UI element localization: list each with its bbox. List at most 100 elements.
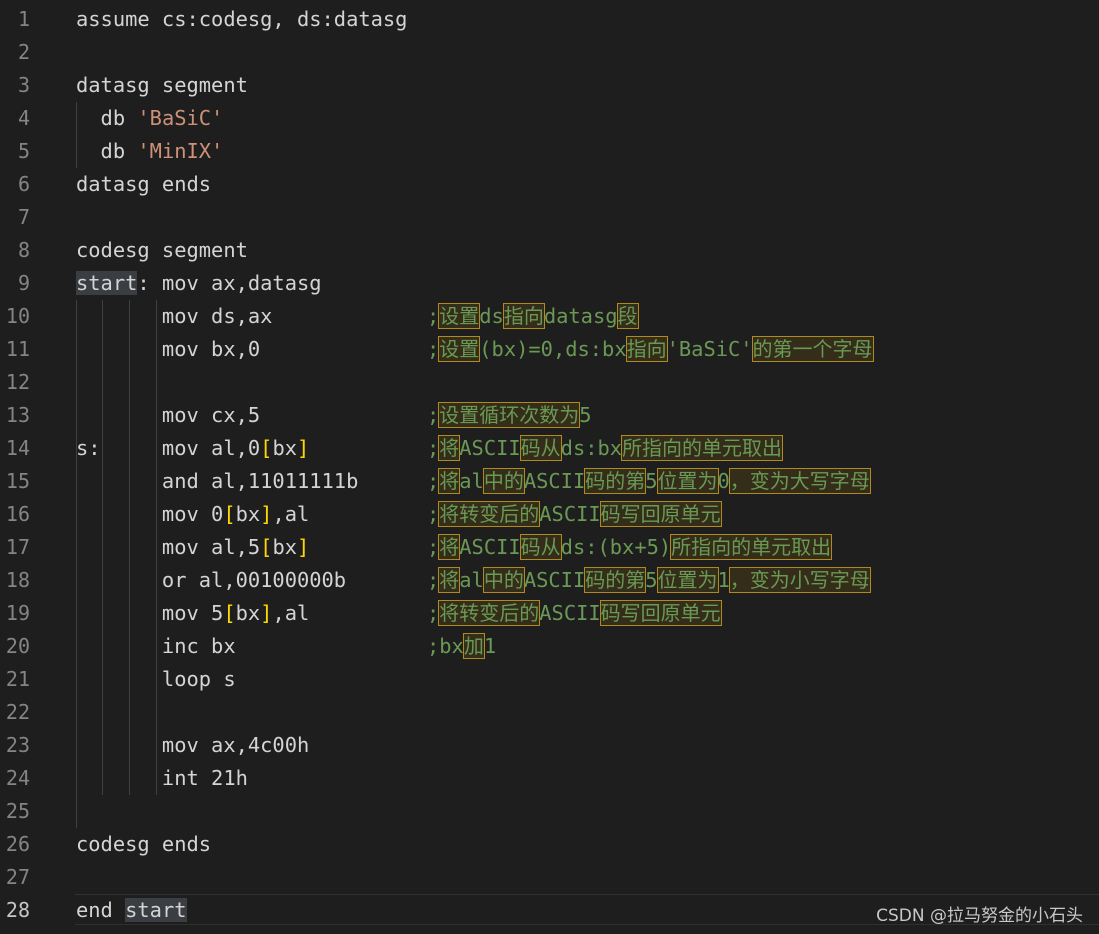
- code-token: [: [260, 535, 273, 559]
- comment-cjk-token: 将转变后的: [438, 600, 541, 626]
- line-number: 17: [5, 535, 30, 559]
- code-token: 'BaSiC': [137, 106, 224, 130]
- comment-token: ds:(bx+5): [560, 535, 672, 559]
- comment-token: ASCII: [523, 568, 586, 592]
- code-comment: ;将转变后的ASCII码写回原单元: [427, 498, 722, 531]
- code-token: and al,11011111b: [76, 469, 359, 493]
- comment-cjk-token: 将: [438, 435, 461, 461]
- code-comment: ;将ASCII码从ds:bx所指向的单元取出: [427, 432, 784, 465]
- code-comment: ;设置ds指向datasg段: [427, 300, 639, 333]
- comment-token: ;: [427, 502, 440, 526]
- code-line[interactable]: 4 db 'BaSiC': [0, 102, 1099, 135]
- comment-token: ;: [427, 436, 440, 460]
- code-text: codesg segment: [76, 234, 248, 267]
- code-line[interactable]: 5 db 'MinIX': [0, 135, 1099, 168]
- indent-guide: [102, 300, 103, 795]
- line-number: 25: [5, 799, 30, 823]
- code-token: bx: [272, 535, 297, 559]
- code-token: start: [125, 898, 187, 922]
- comment-cjk-token: 将: [438, 468, 461, 494]
- code-line[interactable]: 10 mov ds,ax ;设置ds指向datasg段: [0, 300, 1099, 333]
- comment-token: 0: [717, 469, 730, 493]
- code-editor[interactable]: 1 assume cs:codesg, ds:datasg 2 3 datasg seg…: [0, 3, 1099, 934]
- code-line[interactable]: 18 or al,00100000b ;将al中的ASCII码的第5位置为1，变为…: [0, 564, 1099, 597]
- code-token: db: [76, 106, 138, 130]
- code-line[interactable]: 9 start: mov ax,datasg: [0, 267, 1099, 300]
- code-line[interactable]: 19 mov 5[bx],al ;将转变后的ASCII码写回原单元: [0, 597, 1099, 630]
- code-line[interactable]: 13 mov cx,5 ;设置循环次数为5: [0, 399, 1099, 432]
- code-text: assume cs:codesg, ds:datasg: [76, 3, 407, 36]
- code-token: mov ds,ax: [76, 304, 273, 328]
- code-token: codesg segment: [76, 238, 248, 262]
- code-line[interactable]: 2: [0, 36, 1099, 69]
- comment-token: ;: [427, 601, 440, 625]
- code-token: or al,00100000b: [76, 568, 347, 592]
- code-comment: ;设置(bx)=0,ds:bx指向'BaSiC'的第一个字母: [427, 333, 874, 366]
- code-token: : mov ax,datasg: [137, 271, 322, 295]
- code-token: mov 5: [76, 601, 224, 625]
- line-number: 15: [5, 469, 30, 493]
- comment-cjk-token: 位置为: [656, 468, 719, 494]
- code-comment: ;bx加1: [427, 630, 496, 663]
- code-line[interactable]: 22: [0, 696, 1099, 729]
- line-number: 18: [5, 568, 30, 592]
- comment-cjk-token: 位置为: [656, 567, 719, 593]
- code-text: mov cx,5: [76, 399, 260, 432]
- code-token: datasg segment: [76, 73, 248, 97]
- code-line[interactable]: 26 codesg ends: [0, 828, 1099, 861]
- line-number: 16: [5, 502, 30, 526]
- comment-token: al: [459, 568, 484, 592]
- code-line[interactable]: 1 assume cs:codesg, ds:datasg: [0, 3, 1099, 36]
- comment-token: ;: [427, 568, 440, 592]
- code-text: end start: [76, 894, 187, 927]
- comment-token: ;: [427, 304, 440, 328]
- code-line[interactable]: 7: [0, 201, 1099, 234]
- line-number: 11: [5, 337, 30, 361]
- comment-token: (bx)=0,ds:bx: [479, 337, 627, 361]
- line-number: 19: [5, 601, 30, 625]
- code-line[interactable]: 11 mov bx,0 ;设置(bx)=0,ds:bx指向'BaSiC'的第一个字…: [0, 333, 1099, 366]
- line-number: 22: [5, 700, 30, 724]
- indent-guide: [129, 300, 130, 795]
- indent-guide: [156, 300, 157, 795]
- code-token: mov 0: [76, 502, 224, 526]
- code-text: s: mov al,0[bx]: [76, 432, 309, 465]
- code-line[interactable]: 8 codesg segment: [0, 234, 1099, 267]
- line-number: 28: [5, 898, 30, 922]
- comment-cjk-token: 的第一个字母: [751, 336, 874, 362]
- line-number: 26: [5, 832, 30, 856]
- code-text: start: mov ax,datasg: [76, 267, 322, 300]
- code-line[interactable]: 14 s: mov al,0[bx] ;将ASCII码从ds:bx所指向的单元取出: [0, 432, 1099, 465]
- code-text: datasg segment: [76, 69, 248, 102]
- code-token: ]: [260, 502, 273, 526]
- code-line[interactable]: 25: [0, 795, 1099, 828]
- code-line[interactable]: 15 and al,11011111b ;将al中的ASCII码的第5位置为0，变…: [0, 465, 1099, 498]
- code-token: [: [223, 502, 236, 526]
- comment-token: ;: [427, 535, 440, 559]
- code-comment: ;将al中的ASCII码的第5位置为1，变为小写字母: [427, 564, 871, 597]
- line-number: 1: [17, 7, 30, 31]
- comment-cjk-token: 码从: [519, 534, 562, 560]
- code-line[interactable]: 6 datasg ends: [0, 168, 1099, 201]
- comment-token: 5: [579, 403, 592, 427]
- code-line[interactable]: 16 mov 0[bx],al ;将转变后的ASCII码写回原单元: [0, 498, 1099, 531]
- code-line[interactable]: 23 mov ax,4c00h: [0, 729, 1099, 762]
- code-line[interactable]: 20 inc bx ;bx加1: [0, 630, 1099, 663]
- code-line[interactable]: 17 mov al,5[bx] ;将ASCII码从ds:(bx+5)所指向的单元取…: [0, 531, 1099, 564]
- code-text: and al,11011111b: [76, 465, 358, 498]
- code-line[interactable]: 21 loop s: [0, 663, 1099, 696]
- comment-cjk-token: 将转变后的: [438, 501, 541, 527]
- code-line[interactable]: 27: [0, 861, 1099, 894]
- comment-cjk-token: 将: [438, 534, 461, 560]
- code-token: mov al,5: [76, 535, 261, 559]
- line-number: 27: [5, 865, 30, 889]
- comment-cjk-token: 码写回原单元: [599, 501, 722, 527]
- comment-cjk-token: 所指向的单元取出: [621, 435, 784, 461]
- code-line[interactable]: 12: [0, 366, 1099, 399]
- code-text: mov ax,4c00h: [76, 729, 309, 762]
- comment-token: 5: [645, 568, 658, 592]
- comment-cjk-token: 所指向的单元取出: [670, 534, 833, 560]
- code-line[interactable]: 24 int 21h: [0, 762, 1099, 795]
- code-line[interactable]: 3 datasg segment: [0, 69, 1099, 102]
- line-number: 14: [5, 436, 30, 460]
